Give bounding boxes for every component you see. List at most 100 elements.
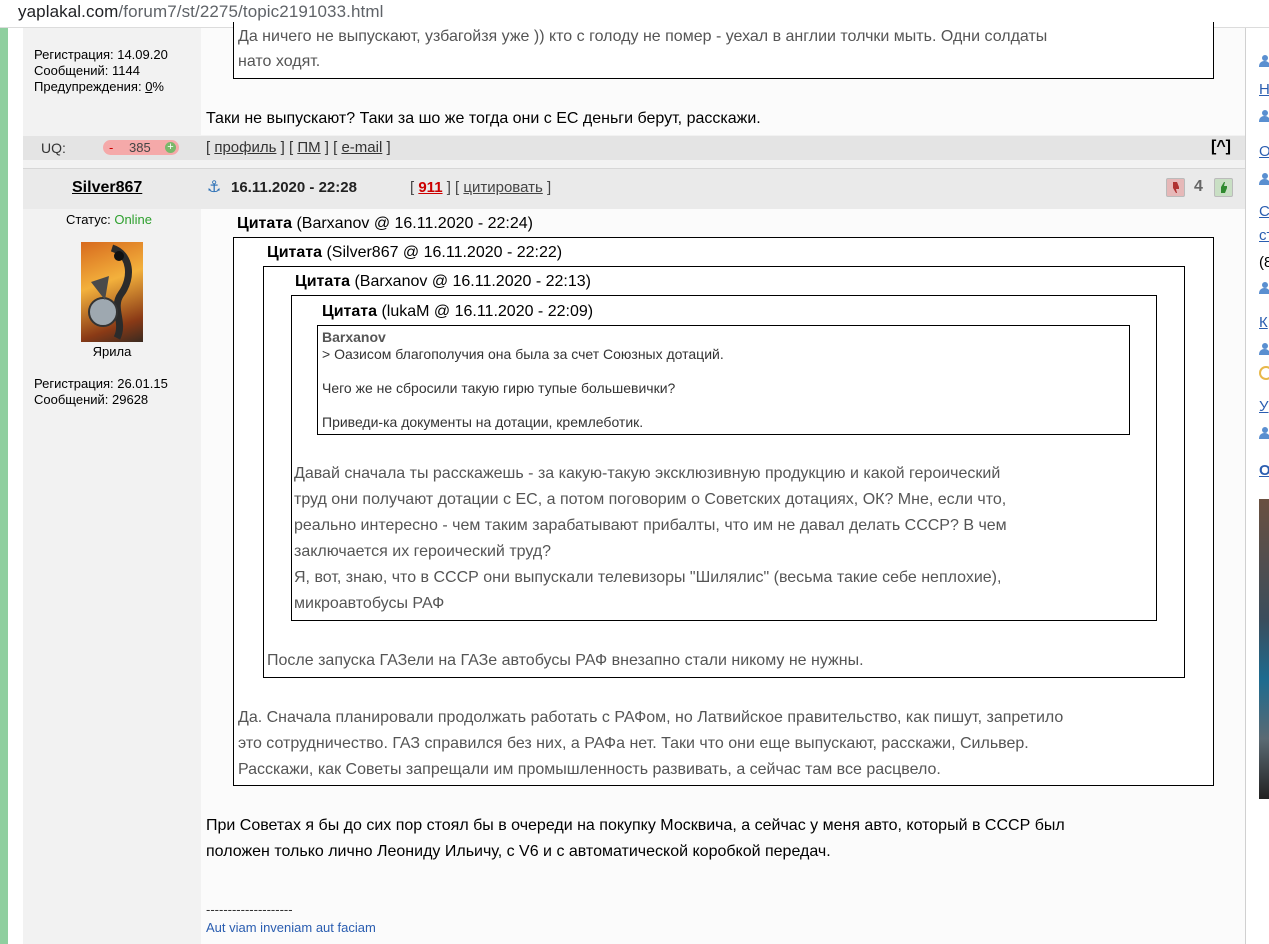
sidebar-link[interactable]: К [1259, 314, 1268, 331]
right-sidebar: Н О С ст (8 К У О [1246, 28, 1269, 944]
thumbs-up-button[interactable] [1214, 178, 1233, 197]
post-reply-line: положен только лично Леониду Ильичу, с V… [206, 843, 831, 860]
user-status-value: Online [114, 212, 152, 227]
quote4-line: Приведи-ка документы на дотации, кремлеб… [322, 414, 644, 430]
prev-quote-line: нато ходят. [238, 53, 321, 70]
quote3-line: Я, вот, знаю, что в СССР они выпускали т… [294, 569, 1002, 586]
user-icon [1259, 173, 1269, 185]
quote4-line: > Оазисом благополучия она была за счет … [322, 346, 724, 362]
user-icon [1259, 427, 1269, 439]
post-actions: [ 911 ] [ цитировать ] [410, 179, 551, 196]
bracket: ] [ [280, 139, 294, 156]
post-header: Silver867 ⚓ 16.11.2020 - 22:28 [ 911 ] [… [23, 168, 1245, 209]
quote1-line: Да. Сначала планировали продолжать работ… [238, 709, 1064, 726]
email-link[interactable]: e-mail [341, 139, 382, 156]
quote3-meta: (Barxanov @ 16.11.2020 - 22:13) [354, 273, 591, 290]
signature-divider: -------------------- [206, 902, 293, 917]
quote3-line: заключается их героический труд? [294, 543, 552, 560]
quote4-label: Цитата [322, 303, 377, 320]
user-icon [1259, 343, 1269, 355]
url-text[interactable]: yaplakal.com/forum7/st/2275/topic2191033… [18, 2, 384, 22]
quote1-label: Цитата [237, 215, 292, 232]
quote1-meta: (Barxanov @ 16.11.2020 - 22:24) [296, 215, 533, 232]
prev-user-posts: Сообщений: 1144 [34, 63, 140, 78]
quote2-header: Цитата (Silver867 @ 16.11.2020 - 22:22) [267, 244, 562, 262]
bracket: ] [ [324, 139, 338, 156]
quote4-line: Чего же не сбросили такую гирю тупые бол… [322, 380, 676, 396]
post-number-link[interactable]: 911 [418, 179, 442, 196]
post-author-link[interactable]: Silver867 [72, 179, 142, 197]
left-decor-strip [0, 28, 8, 944]
quote4-author: Barxanov [322, 329, 386, 345]
user-avatar[interactable] [81, 242, 143, 342]
uq-rating-widget: - 385 + [103, 140, 179, 155]
uq-plus-button[interactable]: + [165, 142, 176, 153]
avatar-caption: Ярила [92, 344, 132, 359]
prev-post-links: [ профиль ] [ ПМ ] [ e-mail ] [206, 139, 391, 156]
cite-link[interactable]: цитировать [463, 179, 542, 196]
post-rating: 4 [1194, 178, 1203, 195]
user-icon [1259, 110, 1269, 122]
anchor-icon[interactable]: ⚓ [207, 177, 221, 197]
prev-quote-box: Да ничего не выпускают, узбагойзя уже ))… [233, 22, 1214, 79]
bracket: ] [386, 139, 391, 156]
signature-text: Aut viam inveniam aut faciam [206, 920, 376, 935]
quote1-line: это сотрудничество. ГАЗ справился без ни… [238, 735, 1029, 752]
clock-icon [1259, 366, 1269, 380]
sidebar-link[interactable]: ст [1259, 227, 1269, 244]
quote3-label: Цитата [295, 273, 350, 290]
uq-value: 385 [129, 140, 151, 155]
bracket: ] [546, 179, 552, 196]
quote3-line: Давай сначала ты расскажешь - за какую-т… [294, 465, 1001, 482]
bracket: [ [206, 139, 211, 156]
profile-link[interactable]: профиль [214, 139, 276, 156]
sidebar-link[interactable]: О [1259, 143, 1269, 160]
user-posts: Сообщений: 29628 [34, 392, 149, 407]
thumbs-down-icon [1171, 182, 1179, 193]
uq-label: UQ: [41, 140, 66, 156]
thumbs-up-icon [1219, 182, 1227, 193]
prev-reply-text: Таки не выпускают? Таки за шо же тогда о… [206, 110, 761, 127]
sidebar-link[interactable]: С [1259, 203, 1269, 220]
sidebar-link[interactable]: О [1259, 462, 1269, 479]
quote3-line: труд они получают дотации с ЕС, а потом … [294, 491, 1007, 508]
bracket: ] [ [446, 179, 460, 196]
bracket: [ [410, 179, 415, 196]
pm-link[interactable]: ПМ [297, 139, 320, 156]
sidebar-link[interactable]: У [1259, 398, 1269, 415]
sidebar-thumbnail[interactable] [1259, 499, 1269, 799]
warn-suffix: % [152, 79, 164, 94]
warn-label: Предупреждения: [34, 79, 146, 94]
user-icon [1259, 282, 1269, 294]
quote4-header: Цитата (lukaM @ 16.11.2020 - 22:09) [322, 303, 593, 321]
quote2-meta: (Silver867 @ 16.11.2020 - 22:22) [326, 244, 563, 261]
url-host: yaplakal.com [18, 2, 119, 21]
post-user-info: Статус: Online Ярила Регистрация: 26.01.… [23, 209, 201, 944]
quote4-meta: (lukaM @ 16.11.2020 - 22:09) [381, 303, 594, 320]
prev-post-footer: UQ: - 385 + [ профиль ] [ ПМ ] [ e-mail … [23, 136, 1245, 160]
left-gap [8, 28, 23, 944]
user-reg: Регистрация: 26.01.15 [34, 376, 168, 391]
post-date: 16.11.2020 - 22:28 [231, 179, 357, 196]
prev-user-warnings: Предупреждения: 0% [34, 79, 168, 95]
prev-quote-line: Да ничего не выпускают, узбагойзя уже ))… [238, 28, 1048, 45]
thumbs-down-button[interactable] [1166, 178, 1185, 197]
user-status: Статус: Online [66, 212, 152, 227]
quote4-box: Barxanov > Оазисом благополучия она была… [317, 325, 1130, 435]
quote1-line: Расскажи, как Советы запрещали им промыш… [238, 761, 941, 778]
quote1-header: Цитата (Barxanov @ 16.11.2020 - 22:24) [237, 215, 533, 233]
sidebar-link[interactable]: Н [1259, 81, 1269, 98]
scroll-top-link[interactable]: [^] [1211, 138, 1231, 156]
quote2-text: После запуска ГАЗели на ГАЗе автобусы РА… [267, 652, 864, 669]
avatar-image [88, 244, 132, 340]
quote3-header: Цитата (Barxanov @ 16.11.2020 - 22:13) [295, 273, 591, 291]
user-icon [1259, 55, 1269, 67]
uq-minus-button[interactable]: - [109, 140, 113, 155]
prev-user-reg: Регистрация: 14.09.20 [34, 47, 168, 62]
quote3-line: микроавтобусы РАФ [294, 595, 445, 612]
user-status-label: Статус: [66, 212, 111, 227]
post-reply-line: При Советах я бы до сих пор стоял бы в о… [206, 817, 1065, 834]
quote2-label: Цитата [267, 244, 322, 261]
url-path: /forum7/st/2275/topic2191033.html [118, 2, 384, 21]
sidebar-count: (8 [1259, 254, 1269, 271]
